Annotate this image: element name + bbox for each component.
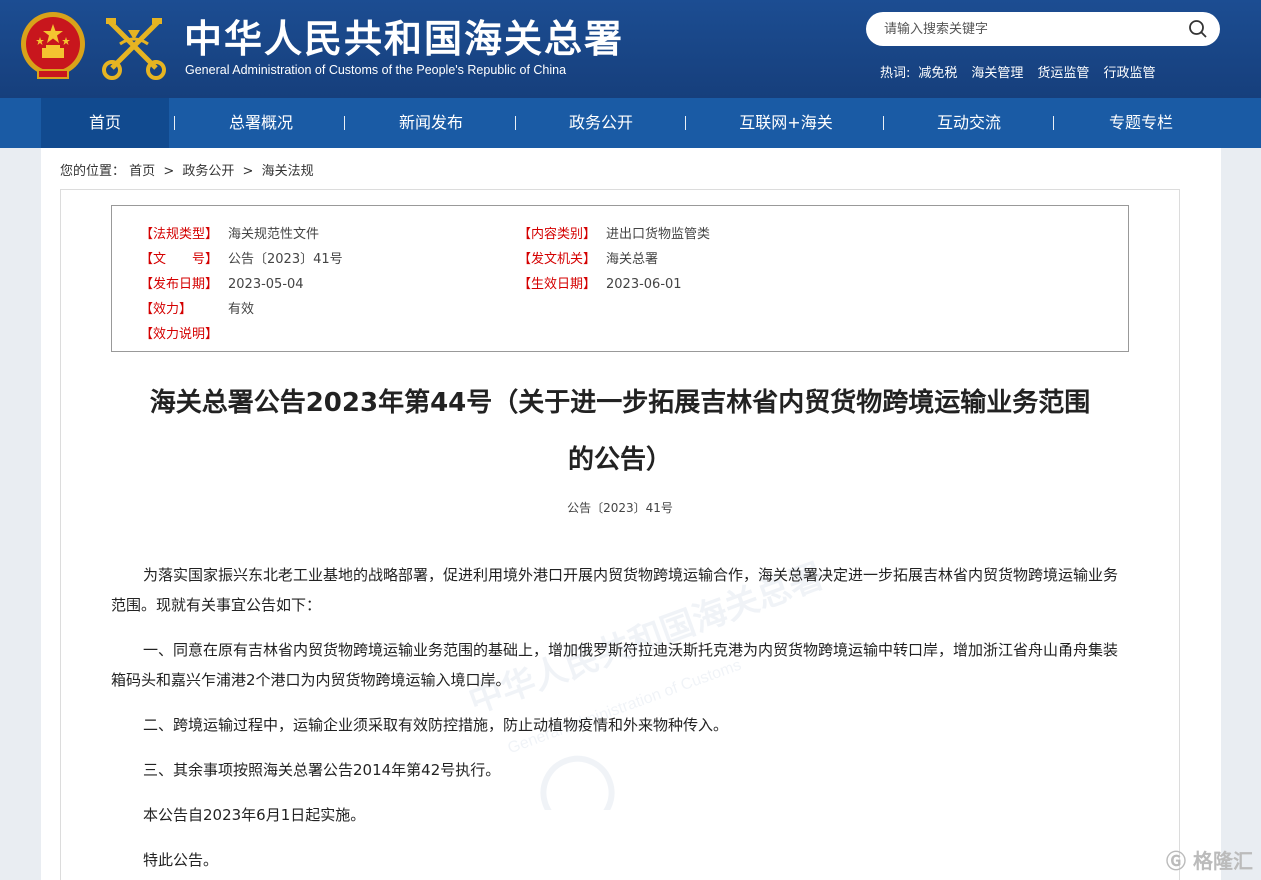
breadcrumb-separator: >	[163, 164, 175, 179]
info-label-effective-date: 【生效日期】	[518, 277, 597, 292]
nav-item-special-topics[interactable]: 专题专栏	[1071, 98, 1211, 148]
nav-item-home[interactable]: 首页	[41, 98, 169, 148]
hot-word-link[interactable]: 减免税	[918, 62, 957, 81]
info-row-validity: 【效力】 有效	[140, 298, 254, 317]
info-label-validity-note: 【效力说明】	[140, 327, 219, 342]
hot-words: 热词: 减免税 海关管理 货运监管 行政监管	[880, 62, 1155, 81]
breadcrumb-prefix: 您的位置：	[60, 164, 126, 179]
breadcrumb-separator: >	[242, 164, 254, 179]
article-paragraph: 三、其余事项按照海关总署公告2014年第42号执行。	[143, 761, 501, 779]
site-header: 中华人民共和国海关总署 General Administration of Cu…	[0, 0, 1261, 98]
article-title-line: 海关总署公告2023年第44号（关于进一步拓展吉林省内贸货物跨境运输业务范围	[149, 388, 1091, 418]
search-input[interactable]	[884, 18, 1174, 40]
national-emblem-icon[interactable]	[18, 10, 88, 82]
info-value-docno: 公告〔2023〕41号	[228, 252, 343, 267]
nav-item-interaction[interactable]: 互动交流	[899, 98, 1039, 148]
info-row-issuer: 【发文机关】 海关总署	[518, 248, 658, 267]
search-box	[866, 12, 1220, 46]
main-nav: 首页 总署概况 新闻发布 政务公开 互联网+海关 互动交流 专题专栏	[0, 98, 1261, 148]
article-doc-number: 公告〔2023〕41号	[567, 501, 673, 515]
nav-item-government-affairs[interactable]: 政务公开	[531, 98, 671, 148]
nav-divider	[883, 116, 884, 130]
info-label-publish-date: 【发布日期】	[140, 277, 219, 292]
site-subtitle: General Administration of Customs of the…	[185, 63, 567, 77]
nav-divider	[1053, 116, 1054, 130]
breadcrumb-link-customs-regulations[interactable]: 海关法规	[262, 164, 314, 179]
search-icon[interactable]	[1188, 19, 1208, 39]
article-paragraph: 为落实国家振兴东北老工业基地的战略部署，促进利用境外港口开展内贸货物跨境运输合作…	[111, 566, 1119, 614]
info-row-docno: 【文 号】 公告〔2023〕41号	[140, 248, 343, 267]
breadcrumb-link-home[interactable]: 首页	[129, 164, 155, 179]
info-row-publish-date: 【发布日期】 2023-05-04	[140, 273, 304, 292]
info-label-docno: 【文 号】	[140, 252, 219, 267]
info-row-validity-note: 【效力说明】	[140, 323, 228, 342]
info-row-effective-date: 【生效日期】 2023-06-01	[518, 273, 682, 292]
info-value-category: 进出口货物监管类	[606, 227, 711, 242]
nav-divider	[515, 116, 516, 130]
breadcrumb-link-government-affairs[interactable]: 政务公开	[182, 164, 234, 179]
nav-divider	[174, 116, 175, 130]
corner-logo-icon: Ⓖ	[1166, 849, 1187, 873]
corner-logo-text: 格隆汇	[1193, 849, 1253, 873]
info-value-issuer: 海关总署	[606, 252, 659, 267]
nav-divider	[685, 116, 686, 130]
info-label-type: 【法规类型】	[140, 227, 219, 242]
nav-item-internet-customs[interactable]: 互联网+海关	[711, 98, 861, 148]
hot-word-link[interactable]: 货运监管	[1037, 62, 1089, 81]
info-value-publish-date: 2023-05-04	[228, 277, 304, 292]
nav-item-overview[interactable]: 总署概况	[191, 98, 331, 148]
corner-logo: Ⓖ 格隆汇	[1166, 845, 1253, 874]
hot-word-link[interactable]: 行政监管	[1103, 62, 1155, 81]
article-paragraph: 特此公告。	[143, 851, 219, 869]
info-label-validity: 【效力】	[140, 302, 193, 317]
breadcrumb: 您的位置： 首页 > 政务公开 > 海关法规	[60, 160, 314, 179]
nav-item-news[interactable]: 新闻发布	[361, 98, 501, 148]
site-title: 中华人民共和国海关总署	[184, 16, 625, 61]
article-title-line: 的公告）	[567, 445, 672, 475]
info-row-type: 【法规类型】 海关规范性文件	[140, 223, 319, 242]
customs-key-logo-icon[interactable]	[98, 10, 170, 82]
article-paragraph: 二、跨境运输过程中，运输企业须采取有效防控措施，防止动植物疫情和外来物种传入。	[143, 716, 729, 734]
hot-words-label: 热词:	[880, 66, 911, 81]
regulation-info-box: 【法规类型】 海关规范性文件 【内容类别】 进出口货物监管类 【文 号】 公告〔202…	[111, 205, 1129, 352]
info-label-issuer: 【发文机关】	[518, 252, 597, 267]
hot-word-link[interactable]: 海关管理	[971, 62, 1023, 81]
info-value-type: 海关规范性文件	[228, 227, 320, 242]
info-label-category: 【内容类别】	[518, 227, 597, 242]
info-row-category: 【内容类别】 进出口货物监管类	[518, 223, 710, 242]
info-value-validity: 有效	[228, 302, 255, 317]
article-paragraph: 本公告自2023年6月1日起实施。	[143, 806, 366, 824]
article-title: 海关总署公告2023年第44号（关于进一步拓展吉林省内贸货物跨境运输业务范围 的…	[111, 375, 1129, 489]
info-value-effective-date: 2023-06-01	[606, 277, 682, 292]
nav-divider	[344, 116, 345, 130]
article-paragraph: 一、同意在原有吉林省内贸货物跨境运输业务范围的基础上，增加俄罗斯符拉迪沃斯托克港…	[111, 641, 1119, 689]
